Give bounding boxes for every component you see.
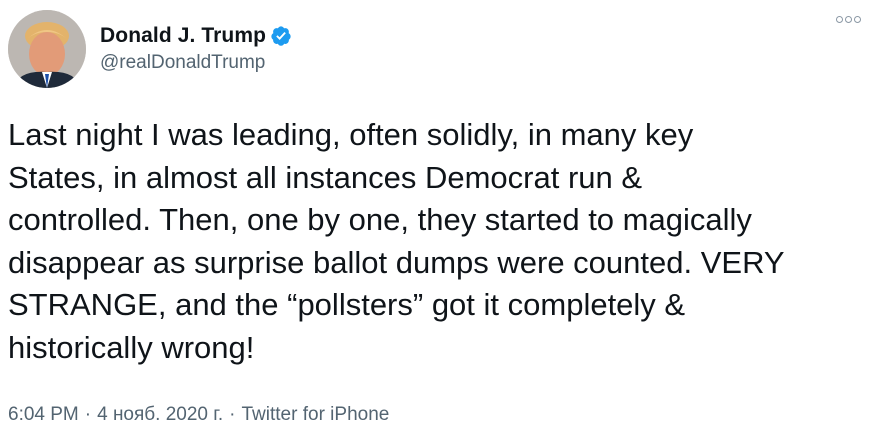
- display-name[interactable]: Donald J. Trump: [100, 24, 266, 48]
- more-options-icon[interactable]: [836, 16, 861, 23]
- author-handle[interactable]: @realDonaldTrump: [100, 52, 292, 74]
- dot-icon: [836, 16, 843, 23]
- tweet-header: Donald J. Trump @realDonaldTrump: [8, 10, 292, 88]
- avatar-image: [8, 10, 86, 88]
- verified-badge-icon: [271, 26, 291, 46]
- tweet-meta: 6:04 PM · 4 нояб. 2020 г. · Twitter for …: [8, 404, 389, 426]
- meta-separator: ·: [84, 404, 92, 425]
- meta-separator: ·: [229, 404, 236, 425]
- tweet-date[interactable]: 4 нояб. 2020 г.: [97, 404, 223, 426]
- tweet-text: Last night I was leading, often solidly,…: [8, 117, 785, 365]
- tweet-source[interactable]: Twitter for iPhone: [242, 404, 390, 426]
- author-names: Donald J. Trump @realDonaldTrump: [100, 24, 292, 74]
- avatar[interactable]: [8, 10, 86, 88]
- dot-icon: [845, 16, 852, 23]
- name-row: Donald J. Trump: [100, 24, 292, 48]
- tweet-time[interactable]: 6:04 PM: [8, 404, 79, 426]
- tweet-card: Donald J. Trump @realDonaldTrump Last ni…: [0, 0, 879, 446]
- dot-icon: [854, 16, 861, 23]
